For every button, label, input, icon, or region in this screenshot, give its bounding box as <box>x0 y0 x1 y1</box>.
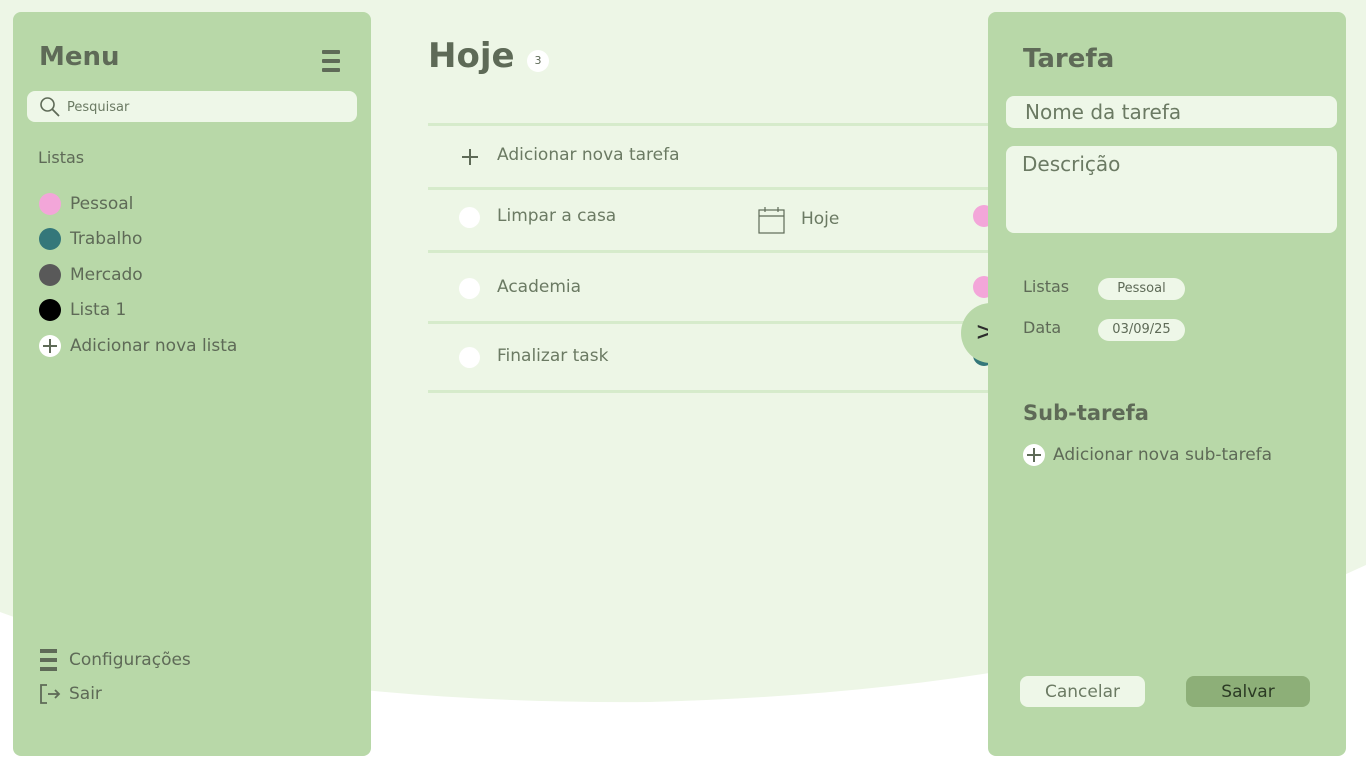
list-label: Pessoal <box>70 194 134 214</box>
settings-menu-icon <box>40 649 57 671</box>
save-button[interactable]: Salvar <box>1186 676 1310 707</box>
plus-icon <box>1023 444 1045 466</box>
list-color-dot <box>39 193 61 215</box>
task-row[interactable]: Limpar a casa Hoje <box>428 190 995 250</box>
logout-button[interactable]: Sair <box>39 683 102 705</box>
add-list-button[interactable]: Adicionar nova lista <box>39 334 237 358</box>
task-label: Academia <box>497 277 582 297</box>
list-label: Mercado <box>70 265 143 285</box>
add-list-label: Adicionar nova lista <box>70 336 238 356</box>
logout-icon <box>40 684 61 704</box>
task-detail-panel: Tarefa Listas Pessoal Data 03/09/25 Sub-… <box>988 12 1346 756</box>
list-select[interactable]: Pessoal <box>1098 278 1185 300</box>
date-select[interactable]: 03/09/25 <box>1098 319 1185 341</box>
settings-label: Configurações <box>69 650 191 670</box>
lists-section-label: Listas <box>38 148 85 167</box>
task-label: Limpar a casa <box>497 206 617 226</box>
task-row[interactable]: Finalizar task <box>428 324 995 384</box>
sidebar-list-lista-1[interactable]: Lista 1 <box>39 298 126 322</box>
task-date: Hoje <box>801 209 840 229</box>
hamburger-icon[interactable] <box>322 50 342 74</box>
search-input[interactable] <box>67 96 347 118</box>
task-row[interactable]: Academia <box>428 253 995 313</box>
cancel-button[interactable]: Cancelar <box>1020 676 1145 707</box>
task-checkbox[interactable] <box>459 207 480 228</box>
search-icon <box>40 97 60 117</box>
task-label: Finalizar task <box>497 346 609 366</box>
lists-field-label: Listas <box>1023 277 1070 296</box>
divider <box>428 390 990 393</box>
list-color-dot <box>39 299 61 321</box>
task-checkbox[interactable] <box>459 278 480 299</box>
calendar-icon <box>758 207 785 234</box>
list-color-dot <box>39 228 61 250</box>
add-subtask-label: Adicionar nova sub-tarefa <box>1053 445 1273 465</box>
task-description-input[interactable] <box>1006 146 1337 233</box>
page-title: Hoje <box>428 36 515 76</box>
add-subtask-button[interactable]: Adicionar nova sub-tarefa <box>1023 444 1272 466</box>
add-task-row[interactable]: Adicionar nova tarefa <box>428 126 990 186</box>
list-color-dot <box>39 264 61 286</box>
task-checkbox[interactable] <box>459 347 480 368</box>
sidebar-list-pessoal[interactable]: Pessoal <box>39 192 133 216</box>
task-name-input[interactable] <box>1006 96 1337 128</box>
sidebar-title: Menu <box>39 42 120 72</box>
task-count-badge: 3 <box>527 50 549 72</box>
plus-icon <box>459 146 480 167</box>
list-label: Lista 1 <box>70 300 127 320</box>
list-label: Trabalho <box>70 229 143 249</box>
sidebar: Menu Listas Pessoal Trabalho Mercado Lis… <box>13 12 371 756</box>
date-field-label: Data <box>1023 318 1062 337</box>
logout-label: Sair <box>69 684 102 704</box>
add-task-label: Adicionar nova tarefa <box>497 145 680 165</box>
panel-title: Tarefa <box>1023 44 1115 74</box>
search-box <box>27 91 357 122</box>
sidebar-list-mercado[interactable]: Mercado <box>39 263 143 287</box>
sidebar-list-trabalho[interactable]: Trabalho <box>39 227 142 251</box>
plus-icon <box>39 335 61 357</box>
subtask-title: Sub-tarefa <box>1023 401 1149 425</box>
settings-button[interactable]: Configurações <box>39 648 191 672</box>
